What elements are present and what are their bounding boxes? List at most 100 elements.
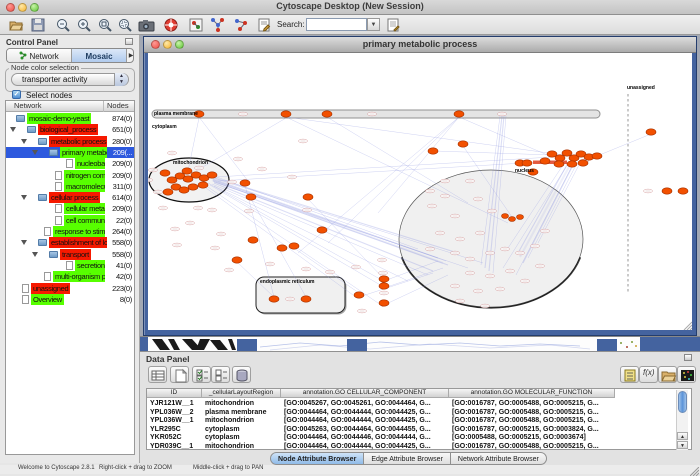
tree-row-label[interactable]: secretion xyxy=(75,260,105,271)
table-column-header[interactable]: ID xyxy=(147,389,202,398)
tree-row-label[interactable]: metabolic process xyxy=(49,136,107,147)
unselect-all-icon[interactable] xyxy=(211,366,230,383)
graph-node[interactable] xyxy=(179,187,189,193)
tree-row[interactable]: unassigned223(0) xyxy=(6,283,134,294)
tree-expand-icon[interactable] xyxy=(32,252,38,257)
table-column-header[interactable]: _cellularLayoutRegion xyxy=(202,389,281,398)
scroll-down-icon[interactable]: ▼ xyxy=(677,441,688,449)
tree-row-label[interactable]: cellular metabolic proc xyxy=(64,203,105,214)
tree-row[interactable]: metabolic process280(0) xyxy=(6,136,134,147)
tree-row-label[interactable]: establishment of locali xyxy=(49,237,107,248)
zoom-out-icon[interactable] xyxy=(55,17,71,33)
select-nodes-checkbox[interactable]: ✓ xyxy=(12,90,21,99)
tree-expand-icon[interactable] xyxy=(21,240,27,245)
graph-node[interactable] xyxy=(517,215,524,220)
combo-stepper-icon[interactable]: ▲▼ xyxy=(114,73,128,86)
tree-row[interactable]: nitrogen compound met209(0) xyxy=(6,170,134,181)
graph-node[interactable] xyxy=(522,160,532,166)
graph-node[interactable] xyxy=(678,188,688,194)
graph-node[interactable] xyxy=(578,160,588,166)
graph-node[interactable] xyxy=(562,150,572,156)
search-dropdown-icon[interactable]: ▼ xyxy=(367,18,380,31)
plugin-icon[interactable] xyxy=(233,17,249,33)
function-builder-icon[interactable]: f(x) xyxy=(639,366,658,383)
tree-expand-icon[interactable] xyxy=(21,139,27,144)
vizmapper-icon[interactable] xyxy=(188,17,204,33)
network-view-titlebar[interactable]: primary metabolic process xyxy=(144,37,696,53)
tree-row-label[interactable]: biological_process xyxy=(38,124,98,135)
tree-row-label[interactable]: nitrogen compound met xyxy=(64,170,105,181)
graph-node[interactable] xyxy=(646,129,656,135)
graph-node[interactable] xyxy=(322,111,332,117)
graph-node[interactable] xyxy=(188,184,198,190)
float-data-panel-icon[interactable] xyxy=(684,354,692,361)
graph-node[interactable] xyxy=(502,214,509,219)
select-attributes-icon[interactable] xyxy=(148,366,167,383)
tree-row-label[interactable]: macromolecule metab xyxy=(64,181,105,192)
graph-node[interactable] xyxy=(240,180,250,186)
layout-icon[interactable] xyxy=(209,17,225,33)
edit-icon[interactable] xyxy=(385,17,401,33)
node-color-combo[interactable]: transporter activity▲▼ xyxy=(11,73,129,86)
graph-node[interactable] xyxy=(354,292,364,298)
annotation-icon[interactable] xyxy=(256,17,272,33)
tree-row-label[interactable]: multi-organism proces xyxy=(53,271,105,282)
open-icon[interactable] xyxy=(8,17,24,33)
tab-overflow-icon[interactable]: ▶ xyxy=(127,49,134,63)
graph-node[interactable] xyxy=(454,111,464,117)
tree-row[interactable]: transport558(0) xyxy=(6,249,134,260)
tree-row-label[interactable]: transport xyxy=(60,249,91,260)
graph-node[interactable] xyxy=(317,227,327,233)
graph-node[interactable] xyxy=(509,217,516,222)
tree-row[interactable]: response to stimulus264(0) xyxy=(6,226,134,237)
tree-row[interactable]: primary metabolic process209(... xyxy=(6,147,134,158)
select-all-icon[interactable] xyxy=(192,366,211,383)
tree-row[interactable]: cellular metabolic proc209(0) xyxy=(6,203,134,214)
scroll-up-icon[interactable]: ▲ xyxy=(677,432,688,440)
graph-node[interactable] xyxy=(303,194,313,200)
tree-row-label[interactable]: unassigned xyxy=(31,283,70,294)
graph-node[interactable] xyxy=(458,141,468,147)
tree-row[interactable]: multi-organism proces42(0) xyxy=(6,271,134,282)
tree-row-label[interactable]: Overview xyxy=(31,294,64,305)
network-canvas[interactable]: plasma membrane cytoplasm mitochondrion … xyxy=(148,53,692,330)
tree-expand-icon[interactable] xyxy=(10,127,16,132)
graph-node[interactable] xyxy=(182,168,192,174)
graph-node[interactable] xyxy=(232,257,242,263)
graph-node[interactable] xyxy=(662,188,672,194)
float-panel-icon[interactable] xyxy=(125,38,133,45)
tree-row[interactable]: biological_process651(0) xyxy=(6,124,134,135)
tree-row-label[interactable]: nucleobase-containing xyxy=(75,158,105,169)
import-icon[interactable] xyxy=(658,366,677,383)
graph-node[interactable] xyxy=(567,161,577,167)
graph-node[interactable] xyxy=(281,111,291,117)
table-column-header[interactable]: annotation.GO MOLECULAR_FUNCTION xyxy=(449,389,615,398)
tree-row[interactable]: establishment of locali558(0) xyxy=(6,237,134,248)
snapshot-icon[interactable] xyxy=(138,17,154,33)
tree-row[interactable]: cellular process614(0) xyxy=(6,192,134,203)
tree-row[interactable]: secretion41(0) xyxy=(6,260,134,271)
tab-mosaic[interactable]: Mosaic xyxy=(72,49,127,63)
help-icon[interactable] xyxy=(163,17,179,33)
graph-node[interactable] xyxy=(246,194,256,200)
graph-node[interactable] xyxy=(207,172,217,178)
graph-node[interactable] xyxy=(592,153,602,159)
graph-node[interactable] xyxy=(160,170,170,176)
table-vscrollbar[interactable]: ▲▼ xyxy=(676,390,688,450)
graph-node[interactable] xyxy=(198,182,208,188)
graph-node[interactable] xyxy=(554,161,564,167)
tab-network[interactable]: Network xyxy=(7,49,72,63)
browser-tab[interactable]: Node Attribute Browser xyxy=(270,452,364,465)
zoom-selected-icon[interactable] xyxy=(117,17,133,33)
graph-node[interactable] xyxy=(289,243,299,249)
delete-attribute-icon[interactable] xyxy=(232,366,251,383)
tree-row-label[interactable]: cellular process xyxy=(49,192,100,203)
resize-grip-icon[interactable] xyxy=(690,467,699,476)
graph-node[interactable] xyxy=(301,296,311,302)
tree-row[interactable]: cell communication22(0) xyxy=(6,215,134,226)
tree-row[interactable]: Overview8(0) xyxy=(6,294,134,305)
graph-node[interactable] xyxy=(269,296,279,302)
graph-node[interactable] xyxy=(248,237,258,243)
graph-node[interactable] xyxy=(379,276,389,282)
tree-row-label[interactable]: primary metabolic process xyxy=(60,147,107,158)
